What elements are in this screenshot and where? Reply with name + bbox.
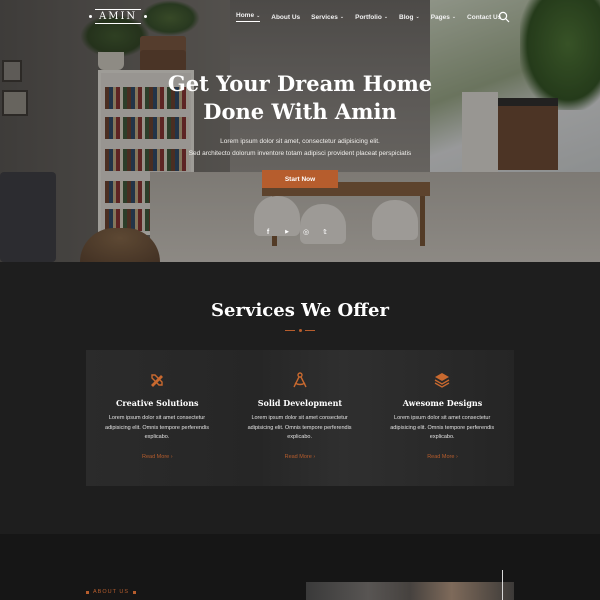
search-icon[interactable]: [498, 10, 510, 23]
section-title: Services We Offer: [211, 300, 389, 321]
nav-item-portfolio[interactable]: Portfolio ⌄: [355, 12, 388, 22]
read-more-label: Read More: [142, 454, 170, 460]
label-square: [86, 590, 89, 594]
nav-item-label: Portfolio: [355, 13, 382, 21]
service-card: Creative Solutions Lorem ipsum dolor sit…: [86, 350, 229, 486]
nav-item-blog[interactable]: Blog ⌄: [399, 12, 420, 22]
social-links: f ▶ ◎ 𝕥: [264, 228, 329, 237]
start-now-button[interactable]: Start Now: [262, 170, 338, 188]
hero-title-line: Done With Amin: [203, 99, 397, 124]
arrow-right-icon: ›: [170, 454, 173, 460]
service-description: Lorem ipsum dolor sit amet consectetur a…: [247, 415, 352, 440]
logo[interactable]: AMIN: [86, 8, 150, 24]
service-card: Awesome Designs Lorem ipsum dolor sit am…: [371, 350, 514, 486]
chevron-down-icon: ⌄: [383, 14, 389, 20]
tools-icon: [149, 372, 165, 388]
label-square: [133, 590, 137, 594]
main-menu: Home ⌄ About Us Services ⌄ Portfolio ⌄ Blog…: [236, 12, 512, 22]
twitter-icon[interactable]: 𝕥: [321, 228, 329, 236]
read-more-label: Read More: [284, 454, 312, 460]
arrow-right-icon: ›: [313, 454, 316, 460]
nav-item-label: Services: [311, 13, 338, 21]
hero-overlay: [0, 0, 600, 262]
nav-item-contact[interactable]: Contact Us: [467, 12, 501, 22]
chevron-down-icon: ⌄: [339, 14, 345, 20]
nav-item-label: Pages: [430, 13, 450, 21]
arrow-right-icon: ›: [455, 454, 458, 460]
nav-item-label: About Us: [271, 13, 301, 21]
layers-icon: [434, 372, 450, 388]
service-title: Awesome Designs: [402, 398, 483, 408]
read-more-link[interactable]: Read More ›: [86, 454, 229, 460]
top-nav: AMIN Home ⌄ About Us Services ⌄ Portfolio ⌄…: [0, 0, 600, 34]
compass-icon: [292, 372, 308, 388]
hero-title-line: Get Your Dream Home: [167, 71, 433, 96]
about-image: [306, 570, 514, 600]
chevron-down-icon: ⌄: [256, 12, 261, 19]
chevron-down-icon: ⌄: [451, 14, 457, 20]
read-more-link[interactable]: Read More ›: [371, 454, 514, 460]
service-description: Lorem ipsum dolor sit amet consectetur a…: [105, 415, 209, 440]
youtube-icon[interactable]: ▶: [283, 228, 291, 236]
about-label-text: ABOUT US: [93, 589, 130, 595]
title-divider: [285, 329, 315, 332]
chevron-down-icon: ⌄: [415, 14, 420, 20]
about-section: ABOUT US: [0, 534, 600, 600]
nav-item-label: Home: [236, 12, 255, 19]
logo-dot: [89, 14, 92, 18]
read-more-link[interactable]: Read More ›: [229, 454, 372, 460]
section-label: ABOUT US: [86, 589, 137, 595]
service-description: Lorem ipsum dolor sit amet consectetur a…: [390, 415, 495, 440]
nav-item-pages[interactable]: Pages ⌄: [431, 12, 456, 22]
instagram-icon[interactable]: ◎: [302, 228, 310, 236]
service-cards: Creative Solutions Lorem ipsum dolor sit…: [86, 350, 514, 486]
service-title: Solid Development: [257, 398, 343, 408]
image-line: [502, 570, 503, 600]
nav-item-label: Contact Us: [467, 13, 502, 21]
nav-item-about[interactable]: About Us: [271, 12, 300, 22]
divider-line: [305, 330, 315, 331]
services-section: Services We Offer Creative Solutions Lor…: [0, 262, 600, 534]
nav-item-home[interactable]: Home ⌄: [236, 12, 261, 22]
hero-section: AMIN Home ⌄ About Us Services ⌄ Portfolio ⌄…: [0, 0, 600, 262]
hero-subtitle: Lorem ipsum dolor sit amet, consectetur …: [150, 136, 450, 160]
service-title: Creative Solutions: [116, 398, 199, 408]
hero-title: Get Your Dream Home Done With Amin: [150, 70, 450, 126]
hero-subtitle-line: Lorem ipsum dolor sit amet, consectetur …: [220, 138, 380, 145]
divider-line: [285, 330, 295, 331]
hero-subtitle-line: Sed architecto dolorum inventore totam a…: [188, 150, 412, 157]
logo-dot: [144, 14, 148, 18]
nav-item-label: Blog: [399, 13, 414, 21]
divider-dot: [298, 329, 302, 332]
service-card: Solid Development Lorem ipsum dolor sit …: [229, 350, 372, 486]
read-more-label: Read More: [427, 454, 455, 460]
nav-item-services[interactable]: Services ⌄: [311, 12, 344, 22]
logo-text: AMIN: [95, 8, 142, 24]
facebook-icon[interactable]: f: [264, 228, 272, 236]
